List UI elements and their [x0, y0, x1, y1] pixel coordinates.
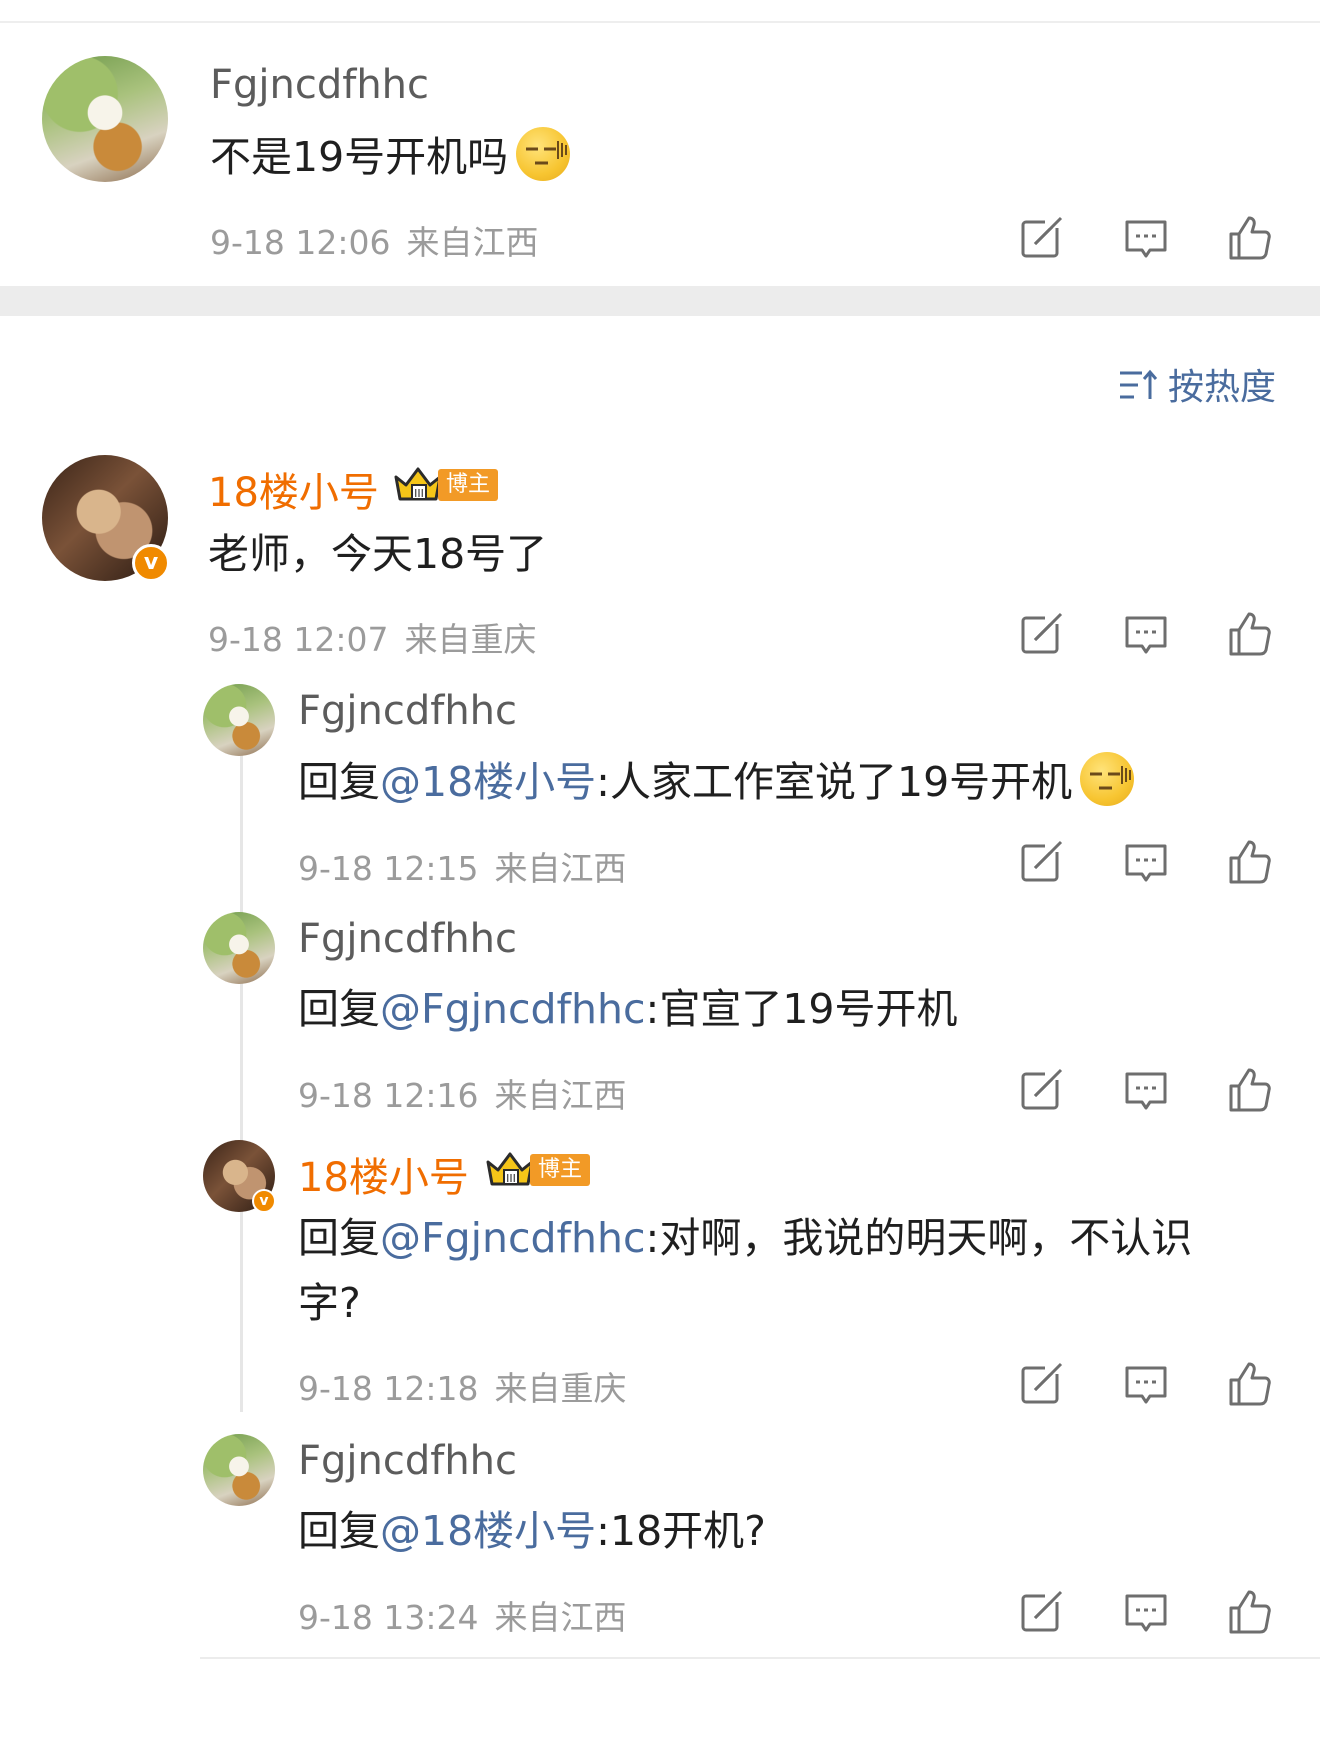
comment-icon[interactable] — [1120, 212, 1172, 264]
avatar[interactable] — [203, 684, 275, 756]
mention-link[interactable]: @Fgjncdfhhc — [380, 985, 646, 1033]
comment-username[interactable]: 18楼小号 — [208, 460, 379, 518]
reply-text-continued: 字? — [298, 1279, 361, 1327]
reply-body: :人家工作室说了19号开机 — [596, 758, 1073, 806]
comment-meta: 9-18 12:06 来自江西 — [210, 216, 539, 264]
comment-actions — [1015, 608, 1275, 660]
reply-body: :对啊，我说的明天啊，不认识 — [645, 1214, 1193, 1262]
comment-username[interactable]: Fgjncdfhhc — [210, 62, 429, 108]
like-icon[interactable] — [1223, 836, 1275, 888]
emoji-icon — [516, 127, 571, 181]
reply-body: :18开机? — [596, 1507, 766, 1555]
avatar[interactable] — [203, 1434, 275, 1506]
reply-actions — [1015, 1358, 1275, 1410]
like-icon[interactable] — [1223, 212, 1275, 264]
reply-prefix: 回复 — [298, 985, 380, 1033]
reply-location: 来自江西 — [494, 1076, 627, 1115]
reply-actions — [1015, 1064, 1275, 1116]
like-icon[interactable] — [1223, 608, 1275, 660]
comment-meta: 9-18 12:07 来自重庆 — [208, 613, 537, 661]
reply-meta: 9-18 13:24 来自江西 — [298, 1591, 627, 1639]
reply-time: 9-18 12:18 — [298, 1369, 479, 1408]
reply-actions — [1015, 1586, 1275, 1638]
reply-location: 来自重庆 — [494, 1369, 627, 1408]
top-divider — [0, 21, 1320, 23]
comment-text: 不是19号开机吗 — [210, 126, 571, 188]
reply-time: 9-18 12:16 — [298, 1076, 479, 1115]
share-icon[interactable] — [1015, 1586, 1067, 1638]
reply-time: 9-18 13:24 — [298, 1598, 479, 1637]
reply-time: 9-18 12:15 — [298, 849, 479, 888]
comment-actions — [1015, 212, 1275, 264]
comment-time: 9-18 12:07 — [208, 620, 389, 659]
share-icon[interactable] — [1015, 608, 1067, 660]
reply-text: 回复@Fgjncdfhhc:对啊，我说的明天啊，不认识 — [298, 1207, 1192, 1269]
reply-username[interactable]: Fgjncdfhhc — [298, 688, 517, 734]
share-icon[interactable] — [1015, 1358, 1067, 1410]
comment-icon[interactable] — [1120, 1586, 1172, 1638]
mention-link[interactable]: @18楼小号 — [380, 758, 596, 806]
crown-icon — [484, 1150, 536, 1188]
reply-text: 回复@18楼小号:18开机? — [298, 1500, 766, 1562]
comment-text-body: 不是19号开机吗 — [210, 133, 509, 181]
reply-thread-line — [240, 752, 243, 1412]
badge-label: 博主 — [530, 1154, 591, 1186]
mention-link[interactable]: @Fgjncdfhhc — [380, 1214, 646, 1262]
sort-button[interactable]: 按热度 — [1118, 358, 1276, 408]
reply-body: :官宣了19号开机 — [645, 985, 958, 1033]
comment-icon[interactable] — [1120, 1358, 1172, 1410]
reply-text: 回复@Fgjncdfhhc:官宣了19号开机 — [298, 978, 957, 1040]
section-separator — [0, 286, 1320, 316]
avatar[interactable] — [203, 912, 275, 984]
comment-location: 来自重庆 — [404, 620, 537, 659]
reply-prefix: 回复 — [298, 1507, 380, 1555]
sort-icon — [1120, 369, 1158, 399]
reply-text: 回复@18楼小号:人家工作室说了19号开机 — [298, 751, 1135, 813]
comment-time: 9-18 12:06 — [210, 223, 391, 262]
share-icon[interactable] — [1015, 836, 1067, 888]
like-icon[interactable] — [1223, 1586, 1275, 1638]
reply-meta: 9-18 12:18 来自重庆 — [298, 1362, 627, 1410]
avatar[interactable] — [42, 56, 168, 182]
emoji-icon — [1080, 752, 1135, 806]
like-icon[interactable] — [1223, 1358, 1275, 1410]
like-icon[interactable] — [1223, 1064, 1275, 1116]
reply-meta: 9-18 12:15 来自江西 — [298, 842, 627, 890]
reply-username[interactable]: Fgjncdfhhc — [298, 1438, 517, 1484]
reply-prefix: 回复 — [298, 1214, 380, 1262]
verified-badge: v — [132, 544, 170, 582]
comment-icon[interactable] — [1120, 836, 1172, 888]
reply-location: 来自江西 — [494, 1598, 627, 1637]
bottom-divider — [200, 1657, 1320, 1659]
share-icon[interactable] — [1015, 212, 1067, 264]
share-icon[interactable] — [1015, 1064, 1067, 1116]
reply-location: 来自江西 — [494, 849, 627, 888]
comment-text: 老师，今天18号了 — [208, 530, 548, 578]
reply-meta: 9-18 12:16 来自江西 — [298, 1069, 627, 1117]
sort-label: 按热度 — [1168, 367, 1277, 408]
reply-username[interactable]: Fgjncdfhhc — [298, 916, 517, 962]
crown-icon — [392, 465, 444, 503]
reply-actions — [1015, 836, 1275, 888]
comment-icon[interactable] — [1120, 608, 1172, 660]
mention-link[interactable]: @18楼小号 — [380, 1507, 596, 1555]
comment-location: 来自江西 — [406, 223, 539, 262]
comment-icon[interactable] — [1120, 1064, 1172, 1116]
reply-prefix: 回复 — [298, 758, 380, 806]
reply-username[interactable]: 18楼小号 — [298, 1145, 469, 1203]
badge-label: 博主 — [438, 469, 499, 501]
verified-badge: v — [252, 1189, 276, 1213]
